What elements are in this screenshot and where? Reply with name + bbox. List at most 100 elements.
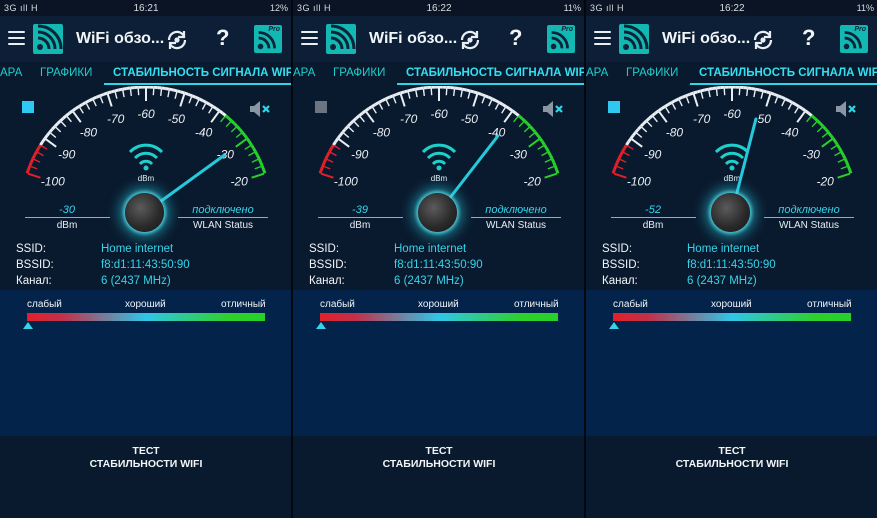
gauge-arc-segment bbox=[543, 144, 548, 150]
app-panel: 3G ıll H 16:22 11% WiFi обзо... ? Pro АР… bbox=[293, 0, 585, 518]
gauge-tick bbox=[488, 99, 493, 107]
gauge-tick bbox=[665, 106, 670, 114]
gauge-arc-segment bbox=[454, 86, 459, 90]
quality-weak-label: слабый bbox=[320, 299, 355, 310]
test-button-line1: ТЕСТ bbox=[132, 445, 160, 457]
tab-partial[interactable]: АРА bbox=[586, 67, 608, 79]
help-button[interactable]: ? bbox=[509, 25, 522, 51]
gauge-arc-segment bbox=[241, 131, 246, 137]
help-button[interactable]: ? bbox=[802, 25, 815, 51]
quality-marker bbox=[23, 322, 33, 329]
gauge-arc-segment bbox=[92, 95, 97, 101]
status-bar: 3G ıll H 16:22 11% bbox=[293, 0, 585, 16]
gauge-arc-segment bbox=[623, 144, 628, 150]
gauge-arc-segment bbox=[520, 117, 526, 122]
tab-graphs[interactable]: ГРАФИКИ bbox=[333, 67, 385, 79]
record-square-icon bbox=[608, 101, 620, 113]
gauge-tick bbox=[685, 96, 690, 104]
quality-gradient-bar bbox=[320, 313, 558, 321]
gauge-arc-segment bbox=[385, 95, 390, 101]
wifi-stability-test-button[interactable]: ТЕСТ СТАБИЛЬНОСТИ WIFI bbox=[293, 445, 585, 471]
dbm-label: dBm bbox=[349, 220, 371, 231]
gauge-tick bbox=[641, 126, 648, 133]
gauge-arc-segment bbox=[349, 119, 355, 125]
gauge-arc-segment bbox=[473, 90, 479, 95]
gauge-arc-segment bbox=[74, 105, 80, 110]
gauge-arc-segment bbox=[28, 161, 33, 167]
gauge-tick bbox=[537, 145, 545, 150]
gauge-arc-segment bbox=[230, 119, 236, 125]
wifi-app-logo-icon bbox=[326, 24, 356, 54]
gauge-arc-segment bbox=[218, 109, 224, 115]
tab-graphs[interactable]: ГРАФИКИ bbox=[40, 67, 92, 79]
channel-value: 6 (2437 MHz) bbox=[101, 275, 171, 287]
gauge-arc-segment bbox=[804, 109, 810, 115]
gauge-arc-segment bbox=[762, 89, 768, 94]
gauge-tick-label: -40 bbox=[781, 126, 799, 140]
menu-icon[interactable] bbox=[594, 31, 611, 45]
status-bar: 3G ıll H 16:22 11% bbox=[586, 0, 877, 16]
gauge-tick bbox=[353, 121, 360, 128]
wifi-stability-test-button[interactable]: ТЕСТ СТАБИЛЬНОСТИ WIFI bbox=[586, 445, 877, 471]
gauge-arc-segment bbox=[627, 137, 633, 143]
gauge-tick bbox=[723, 88, 726, 96]
gauge-arc-segment bbox=[547, 151, 552, 156]
menu-icon[interactable] bbox=[8, 31, 25, 45]
gauge-arc-segment bbox=[700, 88, 706, 93]
refresh-icon[interactable] bbox=[751, 28, 775, 57]
gauge-tick-label: -100 bbox=[41, 175, 65, 189]
tab-signal-stability[interactable]: СТАБИЛЬНОСТЬ СИГНАЛА WIFI bbox=[699, 67, 877, 79]
quality-good-label: хороший bbox=[418, 299, 459, 310]
gauge-arc-segment bbox=[477, 91, 482, 96]
tab-signal-stability[interactable]: СТАБИЛЬНОСТЬ СИГНАЛА WIFI bbox=[113, 67, 292, 79]
gauge-arc-segment bbox=[549, 154, 554, 160]
panel-separator bbox=[291, 0, 293, 518]
gauge-arc-segment bbox=[511, 109, 517, 115]
help-button[interactable]: ? bbox=[216, 25, 229, 51]
gauge-arc-segment bbox=[536, 134, 542, 140]
gauge-arc-segment bbox=[187, 92, 193, 98]
gauge-arc-segment bbox=[403, 89, 409, 94]
gauge-tick bbox=[619, 158, 627, 163]
gauge-arc-segment bbox=[612, 165, 618, 171]
gauge-arc-segment bbox=[367, 105, 373, 110]
pro-version-icon[interactable]: Pro bbox=[840, 25, 868, 53]
gauge-tick bbox=[220, 116, 226, 123]
tab-graphs[interactable]: ГРАФИКИ bbox=[626, 67, 678, 79]
bssid-value: f8:d1:11:43:50:90 bbox=[687, 259, 776, 271]
gauge-arc-segment bbox=[678, 95, 683, 101]
gauge-arc-segment bbox=[62, 114, 68, 120]
gauge-tick-label: -90 bbox=[58, 147, 76, 161]
wifi-stability-test-button[interactable]: ТЕСТ СТАБИЛЬНОСТИ WIFI bbox=[0, 445, 292, 471]
gauge-arc-segment bbox=[526, 122, 532, 128]
gauge-tick bbox=[235, 138, 247, 148]
gauge-arc-segment bbox=[488, 95, 493, 101]
gauge-tick bbox=[129, 88, 132, 96]
status-underline bbox=[178, 217, 268, 218]
tab-partial[interactable]: АРА bbox=[0, 67, 22, 79]
menu-icon[interactable] bbox=[301, 31, 318, 45]
gauge-tick bbox=[99, 96, 104, 104]
pro-version-icon[interactable]: Pro bbox=[254, 25, 282, 53]
gauge-tick bbox=[40, 145, 48, 150]
mute-icon bbox=[543, 101, 563, 117]
gauge-tick bbox=[60, 121, 67, 128]
gauge-arc-segment bbox=[848, 169, 853, 174]
gauge-arc-segment bbox=[26, 165, 32, 171]
gauge-tick-label: -70 bbox=[400, 112, 418, 126]
refresh-icon[interactable] bbox=[165, 28, 189, 57]
gauge-arc-segment bbox=[552, 161, 557, 167]
tab-partial[interactable]: АРА bbox=[293, 67, 315, 79]
tab-signal-stability[interactable]: СТАБИЛЬНОСТЬ СИГНАЛА WIFI bbox=[406, 67, 585, 79]
gauge-tick bbox=[188, 96, 193, 104]
gauge-arc-segment bbox=[37, 144, 42, 150]
gauge-arc-segment bbox=[46, 131, 51, 137]
dbm-underline bbox=[611, 217, 696, 218]
gauge-arc-segment bbox=[784, 97, 790, 102]
gauge-arc-segment bbox=[523, 119, 529, 125]
tab-bar: АРА ГРАФИКИ СТАБИЛЬНОСТЬ СИГНАЛА WIFI bbox=[293, 62, 585, 86]
gauge-arc-segment bbox=[224, 114, 230, 120]
refresh-icon[interactable] bbox=[458, 28, 482, 57]
gauge-arc-segment bbox=[639, 122, 645, 128]
pro-version-icon[interactable]: Pro bbox=[547, 25, 575, 53]
